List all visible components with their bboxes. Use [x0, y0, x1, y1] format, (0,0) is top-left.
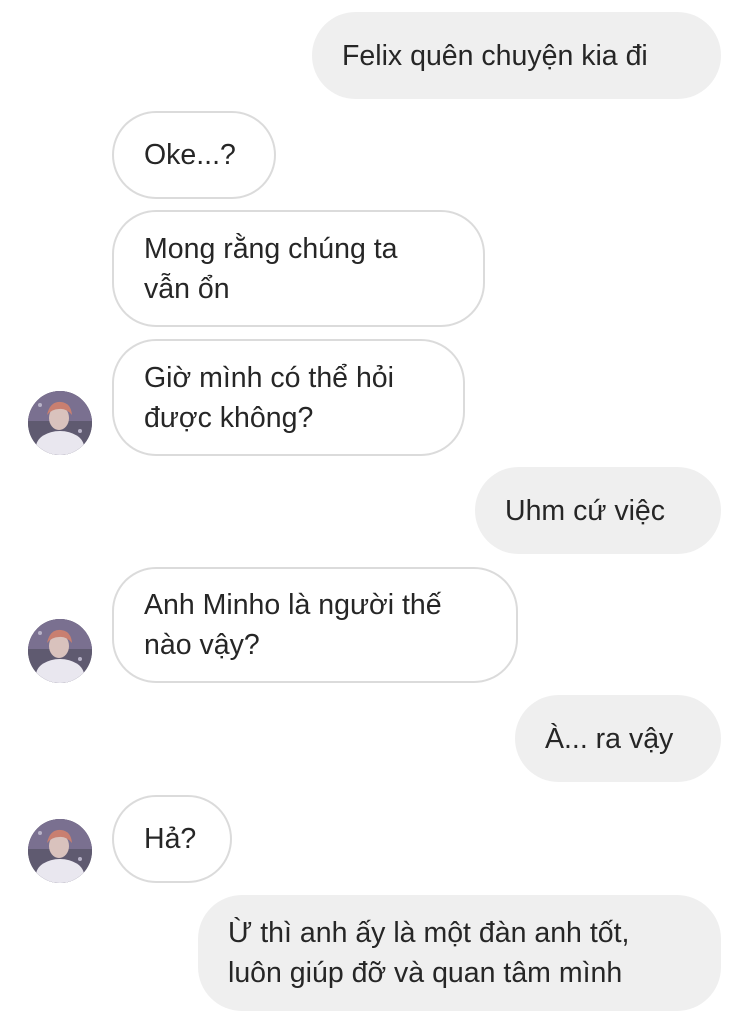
avatar-photo-icon	[28, 819, 92, 883]
message-outgoing[interactable]: Ừ thì anh ấy là một đàn anh tốt, luôn gi…	[198, 895, 721, 1011]
contact-avatar[interactable]	[28, 819, 92, 883]
message-outgoing[interactable]: Felix quên chuyện kia đi	[312, 12, 721, 99]
message-incoming[interactable]: Giờ mình có thể hỏi được không?	[112, 339, 465, 456]
message-outgoing[interactable]: Uhm cứ việc	[475, 467, 721, 554]
message-outgoing[interactable]: À... ra vậy	[515, 695, 721, 782]
contact-avatar[interactable]	[28, 391, 92, 455]
avatar-photo-icon	[28, 619, 92, 683]
message-incoming[interactable]: Oke...?	[112, 111, 276, 199]
message-incoming[interactable]: Anh Minho là người thế nào vậy?	[112, 567, 518, 683]
message-incoming[interactable]: Hả?	[112, 795, 232, 883]
contact-avatar[interactable]	[28, 619, 92, 683]
avatar-photo-icon	[28, 391, 92, 455]
message-incoming[interactable]: Mong rằng chúng ta vẫn ổn	[112, 210, 485, 327]
